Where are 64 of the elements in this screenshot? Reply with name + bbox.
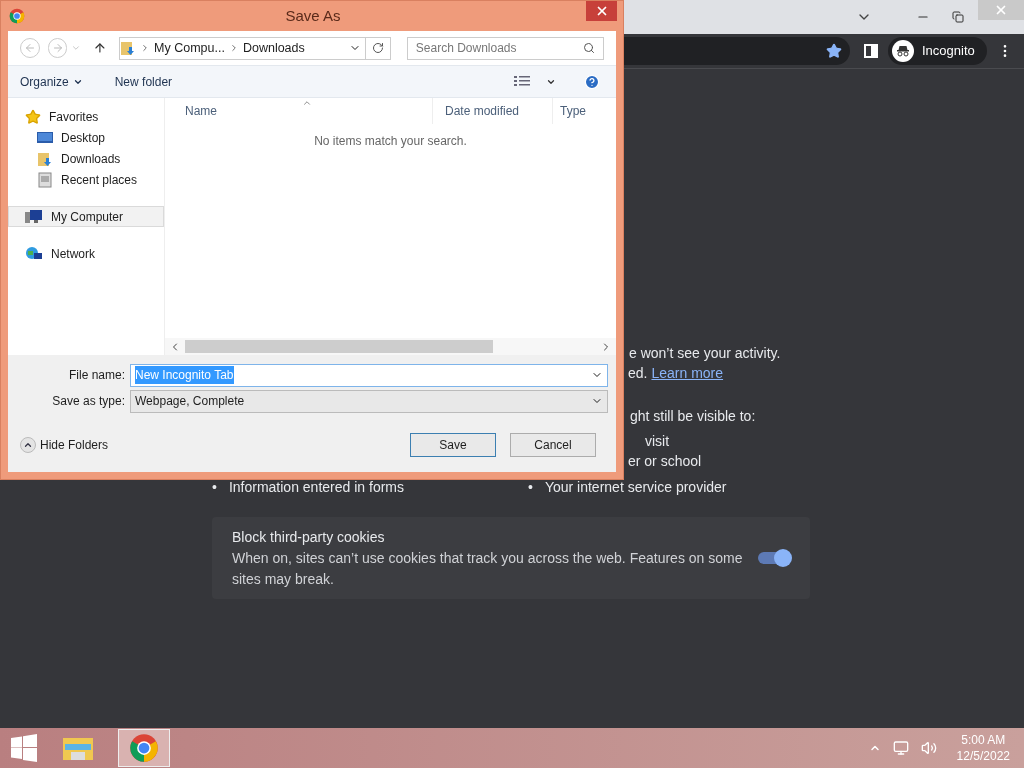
bullet-marker: •: [212, 478, 217, 497]
help-icon[interactable]: [584, 73, 600, 90]
search-icon: [583, 42, 595, 54]
bullet-marker: •: [528, 478, 533, 497]
column-header[interactable]: Type: [553, 102, 616, 120]
restore-button[interactable]: [952, 11, 964, 23]
bullet-item: Information entered in forms: [228, 478, 404, 497]
navigation-item[interactable]: Network: [8, 243, 164, 264]
start-button[interactable]: [10, 734, 38, 762]
hide-folders-button[interactable]: Hide Folders: [20, 436, 109, 454]
view-list-icon[interactable]: [514, 75, 530, 88]
info-text: er or school: [628, 453, 702, 469]
learn-more-link[interactable]: Learn more: [651, 363, 724, 383]
dialog-title: Save As: [285, 5, 341, 26]
new-folder-button[interactable]: New folder: [114, 72, 173, 91]
star-icon: [25, 108, 41, 125]
folder-download-icon: [120, 40, 137, 56]
bullet-item: Your internet service provider: [544, 478, 727, 497]
breadcrumb-item[interactable]: My Compu...: [154, 38, 225, 58]
breadcrumb-item[interactable]: Downloads: [242, 38, 305, 58]
dialog-button[interactable]: Save: [410, 433, 496, 457]
close-icon: [994, 3, 1008, 17]
info-text: ed.: [628, 364, 648, 383]
network-globe-icon: [25, 245, 43, 262]
refresh-icon: [371, 42, 384, 54]
recent-places-icon: [37, 171, 53, 188]
navigation-item[interactable]: My Computer: [8, 206, 164, 227]
info-text: e won’t see your activity.: [629, 345, 781, 361]
field-label: File name:: [67, 367, 126, 384]
address-bar[interactable]: My Compu... Downloads: [119, 36, 391, 60]
sort-indicator-icon: [302, 98, 312, 108]
forward-arrow-icon: [51, 42, 64, 54]
setting-description: When on, sites can’t use cookies that track you across the web. Features on some sites may break.: [232, 548, 744, 589]
desktop-icon: [37, 130, 53, 145]
empty-message: No items match your search.: [314, 133, 467, 150]
organize-button[interactable]: Organize: [20, 72, 83, 91]
navigation-item[interactable]: Favorites: [8, 106, 164, 127]
back-arrow-icon: [23, 42, 36, 54]
dialog-button[interactable]: Cancel: [510, 433, 596, 457]
navigation-item[interactable]: Desktop: [8, 127, 164, 148]
folder-download-icon: [37, 150, 53, 167]
side-panel-icon[interactable]: [864, 44, 878, 58]
chrome-logo-icon: [9, 8, 25, 24]
close-button[interactable]: [586, 1, 617, 21]
bookmark-star-icon[interactable]: [826, 43, 842, 59]
horizontal-scrollbar[interactable]: [165, 338, 616, 355]
column-header[interactable]: Name: [165, 98, 433, 124]
info-text: visit: [645, 433, 670, 449]
navigation-item[interactable]: Downloads: [8, 148, 164, 169]
chrome-logo-icon: [129, 733, 159, 763]
column-header[interactable]: Date modified: [433, 98, 553, 124]
navigation-item[interactable]: Recent places: [8, 169, 164, 190]
computer-icon: [25, 208, 43, 225]
collapse-icon: [20, 437, 36, 453]
save-type-dropdown[interactable]: Webpage, Complete: [130, 389, 608, 413]
file-name-value: New Incognito Tab: [135, 366, 234, 384]
info-heading: ght still be visible to:: [630, 408, 756, 424]
field-label: Save as type:: [51, 393, 126, 410]
incognito-icon: [892, 40, 914, 62]
setting-title: Block third-party cookies: [232, 527, 386, 547]
search-field[interactable]: Search Downloads: [406, 36, 604, 60]
taskbar-app[interactable]: [118, 729, 170, 767]
incognito-profile-button[interactable]: Incognito: [888, 37, 987, 65]
toggle-switch[interactable]: [758, 552, 790, 564]
